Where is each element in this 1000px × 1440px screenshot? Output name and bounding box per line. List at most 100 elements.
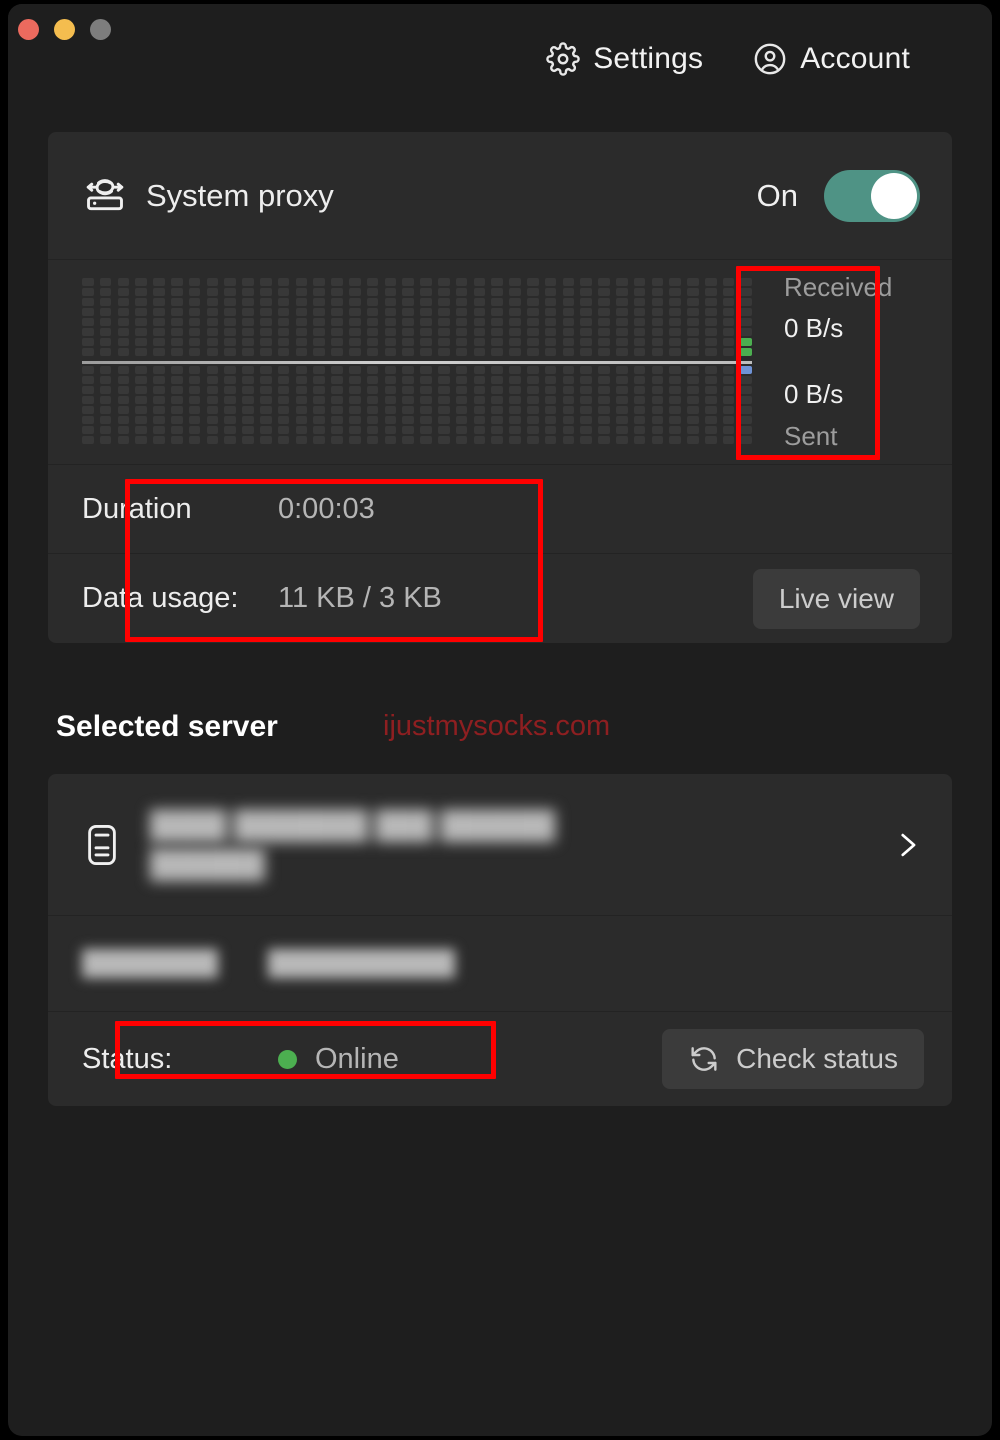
graph-cell [562, 385, 575, 394]
server-row[interactable]: ████ ███████ ███ ██████ ██████ [48, 774, 952, 916]
graph-cell [455, 435, 468, 444]
graph-cell [402, 415, 414, 424]
graph-cell [687, 338, 699, 346]
graph-cell [633, 288, 646, 296]
graph-cell [277, 365, 290, 374]
graph-row [82, 395, 753, 404]
graph-cell [526, 338, 539, 346]
graph-cell [544, 318, 557, 326]
graph-cell [277, 385, 290, 394]
account-button[interactable]: Account [753, 42, 910, 76]
titlebar: Settings Account [8, 4, 992, 114]
graph-cell [420, 298, 432, 306]
graph-cell [704, 435, 717, 444]
graph-cell [153, 278, 165, 286]
close-window-button[interactable] [18, 19, 39, 40]
graph-cell [687, 308, 699, 316]
system-proxy-toggle[interactable] [824, 169, 920, 222]
graph-cell [455, 318, 468, 326]
chevron-right-icon[interactable] [890, 828, 924, 862]
graph-cell [509, 365, 521, 374]
graph-cell [170, 405, 183, 414]
graph-cell [117, 318, 130, 326]
graph-cell [740, 308, 753, 316]
graph-cell [633, 348, 646, 356]
graph-cell [117, 278, 130, 286]
graph-cell [331, 395, 343, 404]
graph-cell [224, 435, 236, 444]
graph-cell [491, 278, 503, 286]
graph-cell [99, 278, 112, 286]
graph-cell [473, 308, 486, 316]
graph-cell [259, 415, 272, 424]
app-window: Settings Account System proxy On Receive… [8, 4, 992, 1436]
system-proxy-row: System proxy On [48, 132, 952, 260]
graph-cell [224, 328, 236, 336]
graph-cell [651, 365, 664, 374]
graph-cell [259, 365, 272, 374]
graph-cell [348, 405, 361, 414]
graph-cell [633, 395, 646, 404]
graph-cell [242, 415, 254, 424]
graph-cell [687, 328, 699, 336]
graph-cell [562, 278, 575, 286]
proxy-server-icon [82, 173, 134, 219]
graph-cell [473, 328, 486, 336]
duration-value: 0:00:03 [278, 492, 375, 525]
minimize-window-button[interactable] [54, 19, 75, 40]
server-detail-label-wrap: ████████ [82, 950, 268, 978]
graph-cell [473, 318, 486, 326]
graph-cell [437, 348, 450, 356]
graph-cell [402, 288, 414, 296]
received-label: Received [784, 271, 893, 302]
graph-cell [437, 278, 450, 286]
graph-cell [366, 298, 379, 306]
selected-server-header: Selected server ijustmysocks.com [48, 710, 952, 760]
graph-cell [420, 385, 432, 394]
check-status-button[interactable]: Check status [662, 1029, 924, 1089]
graph-cell [455, 328, 468, 336]
graph-cell [687, 375, 699, 384]
graph-cell [509, 288, 521, 296]
sent-label: Sent [784, 420, 838, 451]
graph-cell [259, 395, 272, 404]
graph-cell [491, 415, 503, 424]
graph-cell [687, 425, 699, 434]
graph-cell [704, 395, 717, 404]
graph-cell [740, 425, 753, 434]
graph-cell [242, 348, 254, 356]
graph-cell [651, 308, 664, 316]
graph-cell [615, 308, 628, 316]
graph-cell [402, 318, 414, 326]
graph-cell [366, 348, 379, 356]
settings-button[interactable]: Settings [546, 42, 703, 76]
graph-cell [580, 348, 592, 356]
duration-row: Duration 0:00:03 [48, 465, 952, 554]
graph-cell [687, 415, 699, 424]
graph-cell [669, 298, 681, 306]
graph-cell [135, 288, 147, 296]
graph-cell [633, 278, 646, 286]
graph-cell [153, 338, 165, 346]
graph-cell [526, 308, 539, 316]
graph-cell [242, 375, 254, 384]
graph-cell [331, 338, 343, 346]
graph-cell [544, 415, 557, 424]
graph-cell [580, 328, 592, 336]
graph-cell [117, 308, 130, 316]
graph-cell [562, 338, 575, 346]
graph-cell [153, 435, 165, 444]
data-usage-label: Data usage: [82, 582, 239, 614]
graph-cell [704, 375, 717, 384]
graph-cell [526, 298, 539, 306]
graph-cell [242, 288, 254, 296]
graph-cell [402, 405, 414, 414]
graph-cell [704, 425, 717, 434]
zoom-window-button[interactable] [90, 19, 111, 40]
graph-cell [491, 308, 503, 316]
graph-cell [153, 375, 165, 384]
live-view-button[interactable]: Live view [752, 568, 920, 629]
graph-cell [295, 395, 308, 404]
graph-cell [669, 308, 681, 316]
graph-cell [153, 415, 165, 424]
